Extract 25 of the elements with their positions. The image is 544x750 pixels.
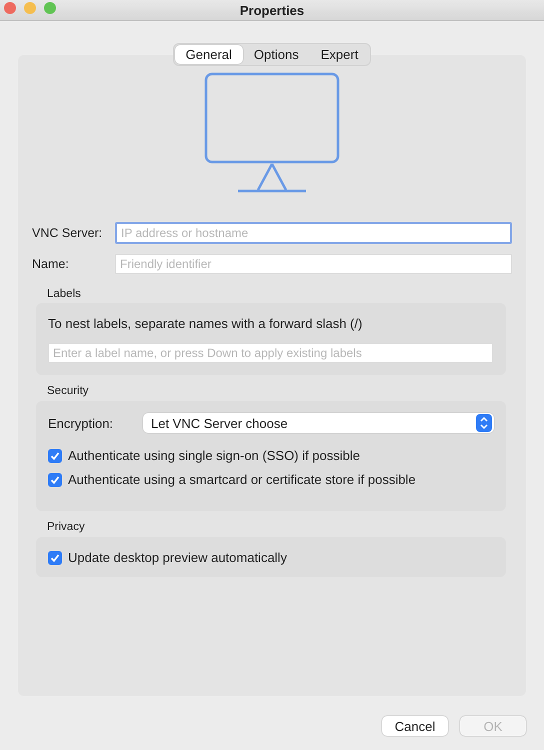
checkbox[interactable] (48, 448, 62, 462)
label-field[interactable]: Enter a label name, or press Down to apply existing labels (48, 343, 493, 363)
input-field[interactable]: IP address or hostname (115, 222, 512, 244)
tab[interactable]: Expert (310, 45, 370, 64)
field-label: Name: (32, 257, 70, 271)
input-field[interactable]: Friendly identifier (115, 254, 512, 274)
encryption-dropdown[interactable]: Let VNC Server choose (143, 413, 494, 433)
window-title: Properties (240, 2, 304, 18)
checkbox-label: Authenticate using single sign-on (SSO) if possible (68, 448, 360, 463)
checkbox-label: Authenticate using a smartcard or certificate store if possible (68, 472, 416, 487)
section-heading: Security (47, 385, 90, 397)
encryption-label: Encryption: (48, 416, 114, 430)
checkbox[interactable] (48, 550, 62, 564)
tab[interactable]: General (174, 45, 243, 64)
monitor-icon (204, 72, 340, 194)
hint-text: To nest labels, separate names with a forward slash (/) (48, 316, 364, 331)
field-label: VNC Server: (32, 226, 104, 240)
chevron-icon (476, 414, 492, 432)
tab[interactable]: Options (242, 45, 310, 64)
cancel-button[interactable]: Cancel (382, 716, 448, 736)
checkbox-label: Update desktop preview automatically (68, 550, 287, 565)
section-heading: Labels (47, 288, 82, 300)
checkbox[interactable] (48, 472, 62, 486)
section-heading: Privacy (47, 521, 86, 533)
close-button[interactable] (4, 2, 16, 14)
